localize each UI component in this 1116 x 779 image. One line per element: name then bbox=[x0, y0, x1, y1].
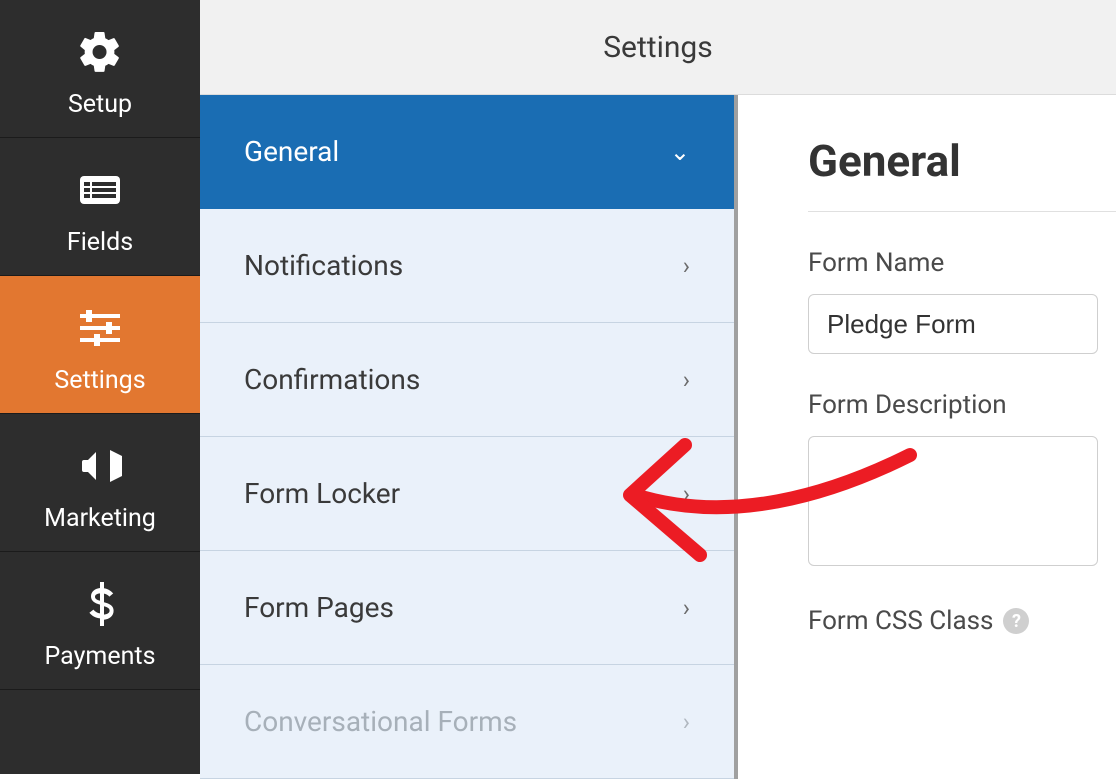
nav-label: Marketing bbox=[44, 504, 156, 533]
settings-item-label: Conversational Forms bbox=[244, 705, 517, 738]
main-content: General Form Name Form Description Form … bbox=[738, 95, 1116, 779]
settings-item-form-pages[interactable]: Form Pages › bbox=[200, 551, 734, 665]
settings-item-label: Form Locker bbox=[244, 477, 400, 510]
settings-item-label: General bbox=[244, 135, 339, 168]
settings-panel: General ⌄ Notifications › Confirmations … bbox=[200, 95, 738, 779]
sliders-icon bbox=[72, 300, 128, 356]
form-description-group: Form Description bbox=[808, 390, 1116, 570]
bullhorn-icon bbox=[72, 438, 128, 494]
settings-item-conversational-forms[interactable]: Conversational Forms › bbox=[200, 665, 734, 779]
settings-item-general[interactable]: General ⌄ bbox=[200, 95, 734, 209]
chevron-down-icon: ⌄ bbox=[670, 138, 690, 166]
settings-item-notifications[interactable]: Notifications › bbox=[200, 209, 734, 323]
topbar: Settings bbox=[200, 0, 1116, 95]
nav-label: Settings bbox=[54, 366, 145, 395]
nav-label: Setup bbox=[68, 90, 132, 119]
settings-item-confirmations[interactable]: Confirmations › bbox=[200, 323, 734, 437]
sidebar-nav: Setup Fields Settings Marketing Payments bbox=[0, 0, 200, 774]
nav-item-settings[interactable]: Settings bbox=[0, 276, 200, 414]
settings-item-form-locker[interactable]: Form Locker › bbox=[200, 437, 734, 551]
settings-item-label: Form Pages bbox=[244, 591, 394, 624]
nav-label: Payments bbox=[45, 642, 156, 671]
chevron-right-icon: › bbox=[683, 480, 690, 508]
nav-label: Fields bbox=[67, 228, 133, 257]
form-description-field[interactable] bbox=[808, 436, 1098, 566]
form-name-field[interactable] bbox=[808, 294, 1098, 354]
chevron-right-icon: › bbox=[683, 708, 690, 736]
form-css-class-group: Form CSS Class ? bbox=[808, 606, 1116, 636]
chevron-right-icon: › bbox=[683, 594, 690, 622]
nav-item-payments[interactable]: Payments bbox=[0, 552, 200, 690]
list-icon bbox=[72, 162, 128, 218]
form-description-label: Form Description bbox=[808, 390, 1116, 420]
form-css-class-label: Form CSS Class bbox=[808, 606, 993, 636]
nav-item-setup[interactable]: Setup bbox=[0, 0, 200, 138]
help-icon[interactable]: ? bbox=[1003, 608, 1029, 634]
form-name-label: Form Name bbox=[808, 248, 1116, 278]
dollar-icon bbox=[72, 576, 128, 632]
main-heading: General bbox=[808, 135, 1116, 212]
nav-item-fields[interactable]: Fields bbox=[0, 138, 200, 276]
settings-item-label: Notifications bbox=[244, 249, 403, 282]
chevron-right-icon: › bbox=[683, 252, 690, 280]
settings-item-label: Confirmations bbox=[244, 363, 420, 396]
chevron-right-icon: › bbox=[683, 366, 690, 394]
gear-icon bbox=[72, 24, 128, 80]
page-title: Settings bbox=[603, 30, 713, 65]
form-name-group: Form Name bbox=[808, 248, 1116, 354]
nav-item-marketing[interactable]: Marketing bbox=[0, 414, 200, 552]
